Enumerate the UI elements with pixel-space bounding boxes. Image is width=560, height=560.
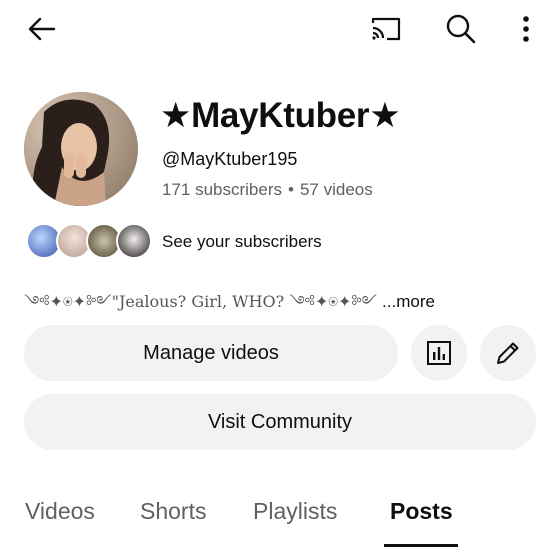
active-tab-indicator — [384, 544, 458, 547]
tab-playlists[interactable]: Playlists — [253, 498, 337, 525]
avatar-image — [24, 92, 138, 206]
channel-tabs: Videos Shorts Playlists Posts — [0, 490, 560, 560]
search-icon — [446, 14, 476, 44]
subscriber-avatar — [116, 223, 152, 259]
channel-name: ★MayKtuber★ — [160, 96, 401, 135]
subscriber-count: 171 subscribers — [162, 180, 283, 199]
more-options-button[interactable] — [506, 9, 546, 49]
arrow-left-icon — [28, 17, 56, 41]
cast-icon — [371, 17, 401, 41]
description-text: ༺✦⍟✦༻"Jealous? Girl, WHO? ༺✦⍟✦༻ — [24, 292, 383, 311]
tab-posts[interactable]: Posts — [390, 498, 453, 525]
visit-community-label: Visit Community — [207, 410, 353, 433]
manage-videos-button[interactable]: Manage videos — [24, 325, 398, 381]
video-count: 57 videos — [299, 180, 373, 199]
subscriber-avatars[interactable] — [26, 223, 152, 261]
cast-button[interactable] — [366, 9, 406, 49]
edit-channel-button[interactable] — [480, 325, 536, 381]
analytics-button[interactable] — [411, 325, 467, 381]
back-button[interactable] — [22, 9, 62, 49]
channel-stats: 171 subscribers • 57 videos — [162, 180, 373, 200]
top-app-bar — [0, 0, 560, 60]
analytics-icon — [427, 341, 451, 365]
see-subscribers-link[interactable]: See your subscribers — [162, 232, 322, 252]
more-vert-icon — [523, 16, 529, 42]
channel-handle: @MayKtuber195 — [162, 149, 298, 169]
tab-shorts[interactable]: Shorts — [140, 498, 206, 525]
channel-description[interactable]: ༺✦⍟✦༻"Jealous? Girl, WHO? ༺✦⍟✦༻ ...more — [24, 284, 435, 329]
more-link[interactable]: ...more — [382, 292, 435, 311]
pencil-icon — [497, 342, 519, 364]
search-button[interactable] — [441, 9, 481, 49]
stats-separator: • — [288, 180, 294, 199]
manage-videos-label: Manage videos — [143, 341, 279, 364]
visit-community-button[interactable]: Visit Community — [24, 394, 536, 450]
tab-videos[interactable]: Videos — [25, 498, 95, 525]
channel-avatar[interactable] — [24, 92, 138, 206]
